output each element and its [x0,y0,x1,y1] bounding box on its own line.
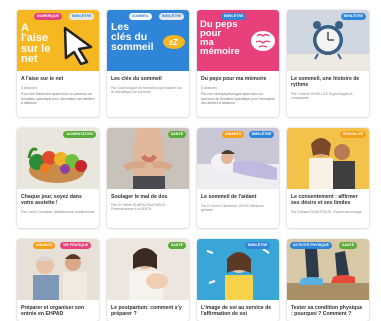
course-title: Le consentement : affirmer ses désirs et… [291,194,358,207]
category-badge-aidants: AIDANTS [33,242,55,249]
category-badge-sante: SANTÉ [167,242,186,249]
category-badge-sante: SANTÉ [167,131,186,138]
course-thumbnail: BIEN-ÊTRE [287,10,369,71]
course-thumbnail: SANTÉ [107,239,189,300]
cover-text: Les clés du sommeil [111,21,154,53]
course-author: Par Laurie Dumaine, diététicienne nutrit… [21,209,95,214]
course-card-du-peps-pour-ma-memoire[interactable]: BIEN-ÊTRE Du peps pour ma mémoire Du peps p… [197,10,279,117]
course-sessions: 5 séances [201,86,217,91]
category-badge-activite-physique: ACTIVITÉ PHYSIQUE [290,242,332,249]
course-title: Soulager le mal de dos [111,194,168,200]
course-thumbnail: SEXUALITÉ [287,128,369,189]
brain-icon [251,31,275,51]
course-thumbnail: ACTIVITÉ PHYSIQUE SANTÉ [287,239,369,300]
course-author: Par Dr Anne-Clémence JOYAU Médecin géria… [201,204,264,213]
sleep-cloud-icon: zZ [163,35,185,49]
course-description: Par une neuropsychologue ayant suivi un … [201,92,275,105]
course-title: Tester sa condition physique : pourquoi … [291,305,363,318]
course-title: Le sommeil de l'aidant [201,194,257,200]
course-card-tester-sa-condition-physique[interactable]: ACTIVITÉ PHYSIQUE SANTÉ Tester sa condit… [287,239,369,321]
cover-text: Du peps pour ma mémoire [200,19,240,58]
course-card-le-postpartum[interactable]: SANTÉ Le postpartum: comment s'y prépare… [107,239,189,321]
course-card-soulager-le-mal-de-dos[interactable]: SANTÉ Soulager le mal de dos Par Dr Céli… [107,128,189,228]
course-thumbnail: AIDANTS VIE PRATIQUE [17,239,99,300]
course-card-chaque-jour-soyez-dans-votre-assiette[interactable]: ALIMENTATION Chaque jour, soyez dans vot… [17,128,99,228]
course-thumbnail: NUMÉRIQUE BIEN-ÊTRE Al'aise sur le net [17,10,99,71]
course-card-le-sommeil-de-laidant[interactable]: AIDANTS BIEN-ÊTRE Le sommeil de l'aidant… [197,128,279,228]
category-badge-sommeil: SOMMEIL [129,13,152,20]
course-card-image-de-soi[interactable]: BIEN-ÊTRE L'image de soi au service de l… [197,239,279,321]
course-title: Préparer et organiser son entrée en EHPA… [21,305,85,318]
category-badge-aidants: AIDANTS [222,131,244,138]
category-badge-numerique: NUMÉRIQUE [34,13,62,20]
svg-text:zZ: zZ [169,38,178,47]
category-badge-alimentation: ALIMENTATION [63,131,96,138]
course-thumbnail: AIDANTS BIEN-ÊTRE [197,128,279,189]
category-badge-bien-etre: BIEN-ÊTRE [340,13,366,20]
course-title: Chaque jour, soyez dans votre assiette ! [21,194,82,207]
course-thumbnail: BIEN-ÊTRE [197,239,279,300]
course-card-les-cles-du-sommeil[interactable]: SOMMEIL BIEN-ÊTRE Les clés du sommeil zZ L… [107,10,189,117]
course-thumbnail: SOMMEIL BIEN-ÊTRE Les clés du sommeil zZ [107,10,189,71]
course-thumbnail: SANTÉ [107,128,189,189]
course-description: Pour une interaction ayant suivi un parc… [21,92,95,105]
course-title: Le sommeil, une histoire de rythme [291,76,360,89]
category-badge-bien-etre: BIEN-ÊTRE [249,131,275,138]
course-title: L'image de soi au service de l'affirmati… [201,305,272,318]
course-thumbnail: BIEN-ÊTRE Du peps pour ma mémoire [197,10,279,71]
course-card-le-consentement[interactable]: SEXUALITÉ Le consentement : affirmer ses… [287,128,369,228]
course-title: Le postpartum: comment s'y préparer ? [111,305,182,318]
course-sessions: 5 séances [21,86,37,91]
course-author: Par Sophrologue de formation spécialisée… [111,86,182,95]
category-badge-sexualite: SEXUALITÉ [339,131,366,138]
course-author: Par Corinne HOUILLEZ Sophrologue et cons… [291,91,353,100]
course-thumbnail: ALIMENTATION [17,128,99,189]
cursor-arrow-icon [63,26,93,65]
course-card-a-laise-sur-le-net[interactable]: NUMÉRIQUE BIEN-ÊTRE Al'aise sur le net A l… [17,10,99,117]
category-badge-bien-etre: BIEN-ÊTRE [69,13,95,20]
category-badge-bien-etre: BIEN-ÊTRE [159,13,185,20]
cover-text: Al'aise sur le net [21,22,51,66]
course-author: Par Richard DUBLITSIUS, Psycho-sexologue [291,209,362,214]
course-card-preparer-entree-ehpad[interactable]: AIDANTS VIE PRATIQUE Préparer et organis… [17,239,99,321]
course-title: Les clés du sommeil [111,76,162,82]
category-badge-vie-pratique: VIE PRATIQUE [60,242,92,249]
course-title: Du peps pour ma mémoire [201,76,267,82]
category-badge-sante: SANTÉ [339,242,358,249]
course-title: A l'aise sur le net [21,76,64,82]
category-badge-bien-etre: BIEN-ÊTRE [245,242,271,249]
course-card-le-sommeil-une-histoire-de-rythme[interactable]: BIEN-ÊTRE Le sommeil, une histoire de ry… [287,10,369,117]
course-author: Par Dr Céline SUBRA-FAUCHEUX Pharmacienn… [111,203,166,212]
